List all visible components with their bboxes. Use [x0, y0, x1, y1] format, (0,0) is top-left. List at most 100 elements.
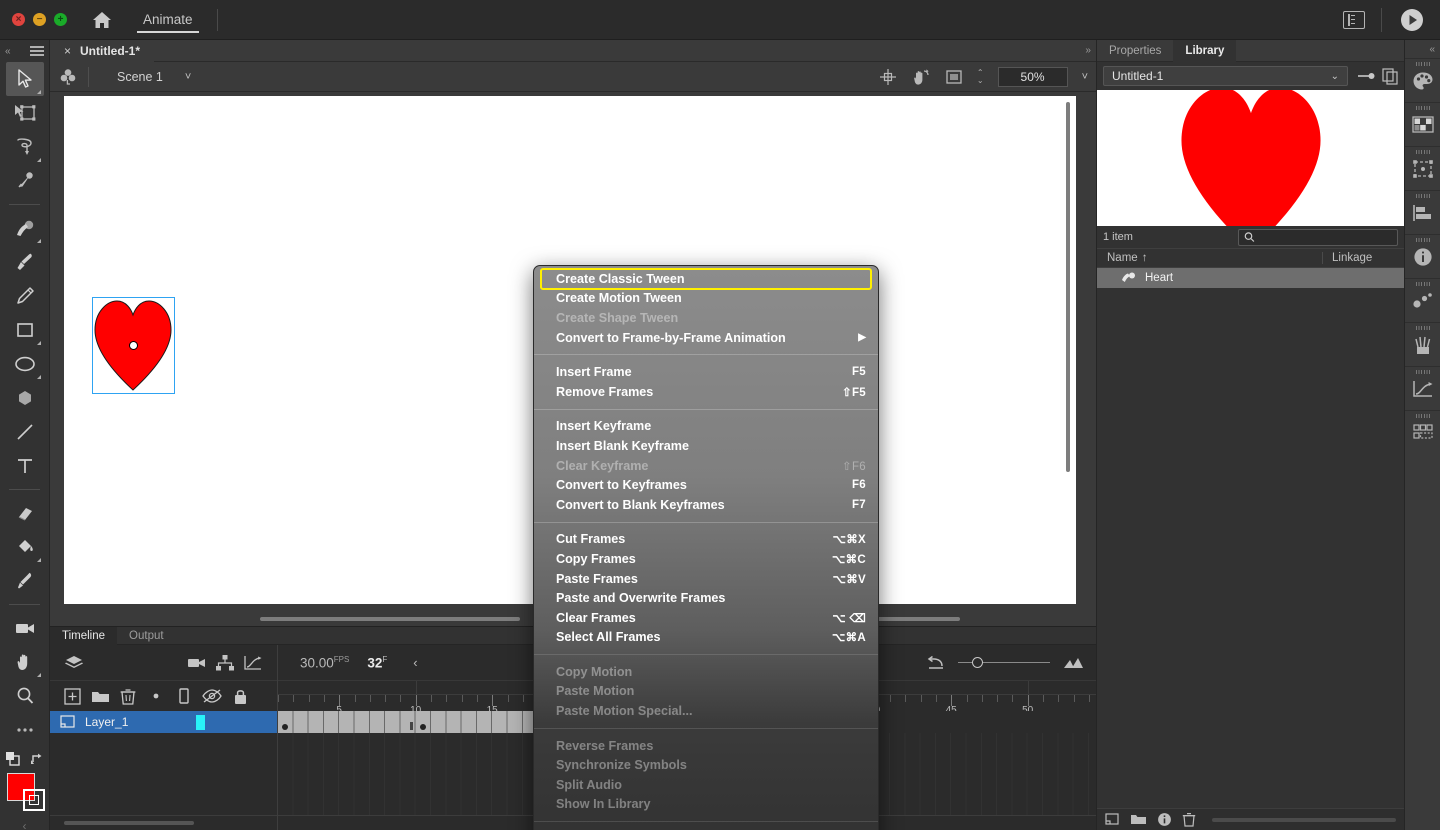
document-tabs-overflow-icon[interactable]: ››	[1085, 45, 1096, 56]
menu-item-insert-frame[interactable]: Insert FrameF5	[534, 362, 878, 382]
layer-name-label[interactable]: Layer_1	[85, 715, 128, 729]
zoom-level-input[interactable]: 50%	[998, 67, 1068, 87]
pin-library-icon[interactable]	[1356, 69, 1374, 83]
menu-item-copy-frames[interactable]: Copy Frames⌥⌘C	[534, 549, 878, 569]
collapse-tools-icon[interactable]: «	[5, 46, 10, 57]
menu-item-convert-to-blank-keyframes[interactable]: Convert to Blank KeyframesF7	[534, 495, 878, 515]
stroke-color-swatch[interactable]	[23, 789, 45, 811]
new-symbol-icon[interactable]	[1105, 813, 1120, 827]
fill-stroke-swatches[interactable]	[3, 773, 47, 813]
rotate-hand-icon[interactable]	[911, 68, 931, 86]
eyedropper-tool[interactable]	[6, 564, 44, 598]
home-icon[interactable]	[89, 7, 115, 33]
menu-item-paste-and-overwrite-frames[interactable]: Paste and Overwrite Frames	[534, 588, 878, 608]
column-linkage[interactable]: Linkage	[1322, 252, 1404, 264]
hand-tool[interactable]	[6, 645, 44, 679]
close-window-button[interactable]: ×	[12, 13, 25, 26]
clip-content-icon[interactable]	[945, 68, 963, 86]
layer-depth-icon[interactable]	[60, 650, 88, 676]
tools-overflow-icon[interactable]: ‹	[0, 819, 49, 830]
close-icon[interactable]: ×	[64, 44, 71, 58]
color-palette-icon[interactable]	[1405, 58, 1440, 102]
previous-frame-icon[interactable]: ‹	[413, 655, 417, 670]
test-movie-play-icon[interactable]	[1398, 6, 1426, 34]
zoom-stepper[interactable]: ⌃⌄	[977, 70, 984, 84]
current-frame-value[interactable]: 32F	[367, 655, 387, 671]
eraser-tool[interactable]	[6, 496, 44, 530]
tab-library[interactable]: Library	[1173, 40, 1236, 62]
scene-name-label[interactable]: Scene 1	[99, 70, 163, 84]
timeline-layer-row[interactable]: Layer_1	[50, 711, 277, 733]
tool-options-icon[interactable]	[30, 46, 44, 56]
dot-column-icon[interactable]	[142, 683, 170, 709]
library-horizontal-scrollbar[interactable]	[1212, 818, 1396, 822]
chevron-down-icon[interactable]: ˅	[163, 71, 191, 83]
column-name[interactable]: Name ↑	[1097, 252, 1322, 264]
rail-collapse-icon[interactable]: «	[1405, 40, 1440, 58]
lock-icon[interactable]	[226, 683, 254, 709]
library-item-heart[interactable]: Heart	[1097, 268, 1404, 288]
timeline-zoom-slider[interactable]	[958, 657, 1050, 669]
info-icon[interactable]	[1405, 234, 1440, 278]
loop-playback-icon[interactable]	[926, 655, 946, 671]
layer-parenting-icon[interactable]	[211, 650, 239, 676]
outline-column-icon[interactable]	[170, 683, 198, 709]
keyframe-marker[interactable]	[420, 724, 426, 730]
oval-tool[interactable]	[6, 347, 44, 381]
motion-editor-icon[interactable]	[1405, 366, 1440, 410]
tab-properties[interactable]: Properties	[1097, 40, 1173, 62]
zoom-dropdown-chevron-icon[interactable]: ˅	[1082, 71, 1088, 83]
tab-animate[interactable]: Animate	[129, 0, 207, 40]
bone-tool[interactable]	[6, 164, 44, 198]
menu-item-select-all-frames[interactable]: Select All Frames⌥⌘A	[534, 628, 878, 648]
keyframe-marker[interactable]	[282, 724, 288, 730]
menu-item-clear-frames[interactable]: Clear Frames⌥ ⌫	[534, 608, 878, 628]
swatches-icon[interactable]	[1405, 102, 1440, 146]
properties-info-icon[interactable]	[1157, 812, 1172, 827]
new-folder-icon[interactable]	[1130, 813, 1147, 826]
tab-timeline[interactable]: Timeline	[50, 627, 117, 645]
polystar-tool[interactable]	[6, 381, 44, 415]
zoom-tool[interactable]	[6, 679, 44, 713]
new-library-panel-icon[interactable]	[1382, 68, 1398, 84]
menu-item-convert-to-keyframes[interactable]: Convert to KeyframesF6	[534, 475, 878, 495]
line-tool[interactable]	[6, 415, 44, 449]
tab-output[interactable]: Output	[117, 627, 176, 645]
center-stage-icon[interactable]	[879, 68, 897, 86]
default-colors-icon[interactable]	[5, 751, 21, 767]
timeline-zoom-knob[interactable]	[972, 657, 983, 668]
menu-item-insert-keyframe[interactable]: Insert Keyframe	[534, 417, 878, 437]
brush-library-icon[interactable]	[1405, 322, 1440, 366]
pencil-tool[interactable]	[6, 279, 44, 313]
more-tools-icon[interactable]	[6, 713, 44, 747]
motion-presets-icon[interactable]	[1405, 278, 1440, 322]
brush-tool[interactable]	[6, 245, 44, 279]
selected-symbol-heart[interactable]	[92, 297, 175, 394]
panel-layout-icon[interactable]	[1343, 11, 1365, 29]
canvas-horizontal-scrollbar[interactable]	[260, 617, 520, 621]
clover-scene-icon[interactable]	[58, 67, 78, 87]
maximize-window-button[interactable]: +	[54, 13, 67, 26]
swap-colors-icon[interactable]	[29, 751, 45, 767]
delete-icon[interactable]	[1182, 812, 1196, 827]
camera-icon[interactable]	[183, 650, 211, 676]
camera-tool[interactable]	[6, 611, 44, 645]
layer-outline-color[interactable]	[196, 715, 205, 730]
menu-item-paste-frames[interactable]: Paste Frames⌥⌘V	[534, 569, 878, 589]
menu-item-create-classic-tween[interactable]: Create Classic Tween	[534, 269, 878, 289]
minimize-window-button[interactable]: −	[33, 13, 46, 26]
menu-item-insert-blank-keyframe[interactable]: Insert Blank Keyframe	[534, 436, 878, 456]
text-tool[interactable]	[6, 449, 44, 483]
paint-brush-tool[interactable]	[6, 211, 44, 245]
menu-item-convert-to-frame-by-frame-animation[interactable]: Convert to Frame-by-Frame Animation▶	[534, 328, 878, 348]
timeline-context-menu[interactable]: Create Classic TweenCreate Motion TweenC…	[533, 265, 879, 830]
motion-editor-icon[interactable]	[239, 650, 267, 676]
library-document-select[interactable]: Untitled-1 ⌄	[1103, 66, 1348, 86]
canvas-vertical-scrollbar[interactable]	[1066, 102, 1070, 472]
document-tab-untitled-1[interactable]: × Untitled-1*	[50, 40, 154, 62]
fps-value[interactable]: 30.00FPS	[300, 655, 349, 671]
rectangle-tool[interactable]	[6, 313, 44, 347]
visibility-eye-icon[interactable]	[198, 683, 226, 709]
lasso-tool[interactable]	[6, 130, 44, 164]
menu-item-remove-frames[interactable]: Remove Frames⇧F5	[534, 382, 878, 402]
